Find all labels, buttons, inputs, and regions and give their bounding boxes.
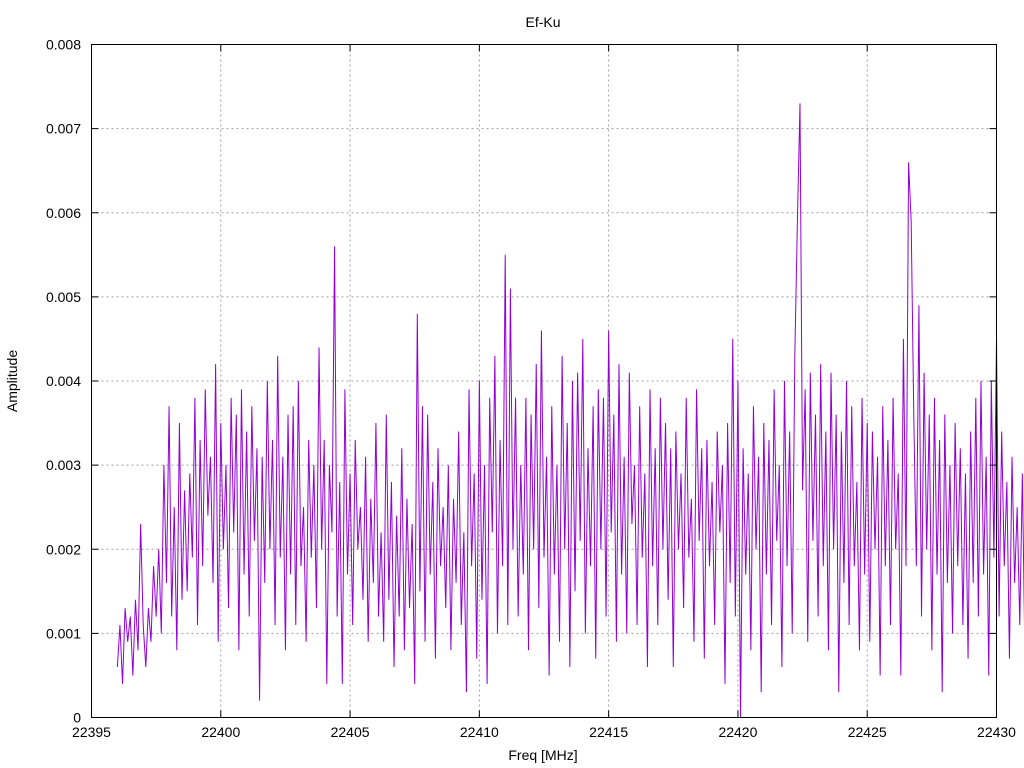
- y-tick-labels: 0 0.001 0.002 0.003 0.004 0.005 0.006 0.007 0.00…: [46, 37, 81, 726]
- x-tick-label: 22405: [331, 724, 370, 740]
- series-line-group: [116, 103, 1024, 718]
- series-line: [116, 103, 1024, 718]
- y-tick-label: 0.006: [46, 205, 81, 221]
- x-tick-label: 22415: [589, 724, 628, 740]
- chart-title: Ef-Ku: [525, 14, 560, 30]
- spectrum-chart: Ef-Ku 22395 22400 22405 22410 22415 22420 2242…: [4, 14, 1024, 763]
- y-tick-label: 0.005: [46, 289, 81, 305]
- y-tick-label: 0.001: [46, 625, 81, 641]
- y-tick-label: 0.008: [46, 37, 81, 53]
- y-tick-label: 0.003: [46, 457, 81, 473]
- x-tick-label: 22400: [201, 724, 240, 740]
- x-tick-label: 22395: [72, 724, 111, 740]
- x-tick-label: 22425: [848, 724, 887, 740]
- grid-lines: [91, 44, 997, 718]
- y-axis-title: Amplitude: [4, 350, 20, 412]
- y-tick-label: 0.004: [46, 373, 81, 389]
- x-tick-labels: 22395 22400 22405 22410 22415 22420 22425 22430: [72, 724, 1016, 740]
- y-tick-label: 0.002: [46, 541, 81, 557]
- x-tick-label: 22420: [718, 724, 757, 740]
- y-tick-label: 0.007: [46, 121, 81, 137]
- x-axis-title: Freq [MHz]: [508, 747, 577, 763]
- y-tick-label: 0: [73, 710, 81, 726]
- x-tick-label: 22430: [977, 724, 1016, 740]
- x-tick-label: 22410: [460, 724, 499, 740]
